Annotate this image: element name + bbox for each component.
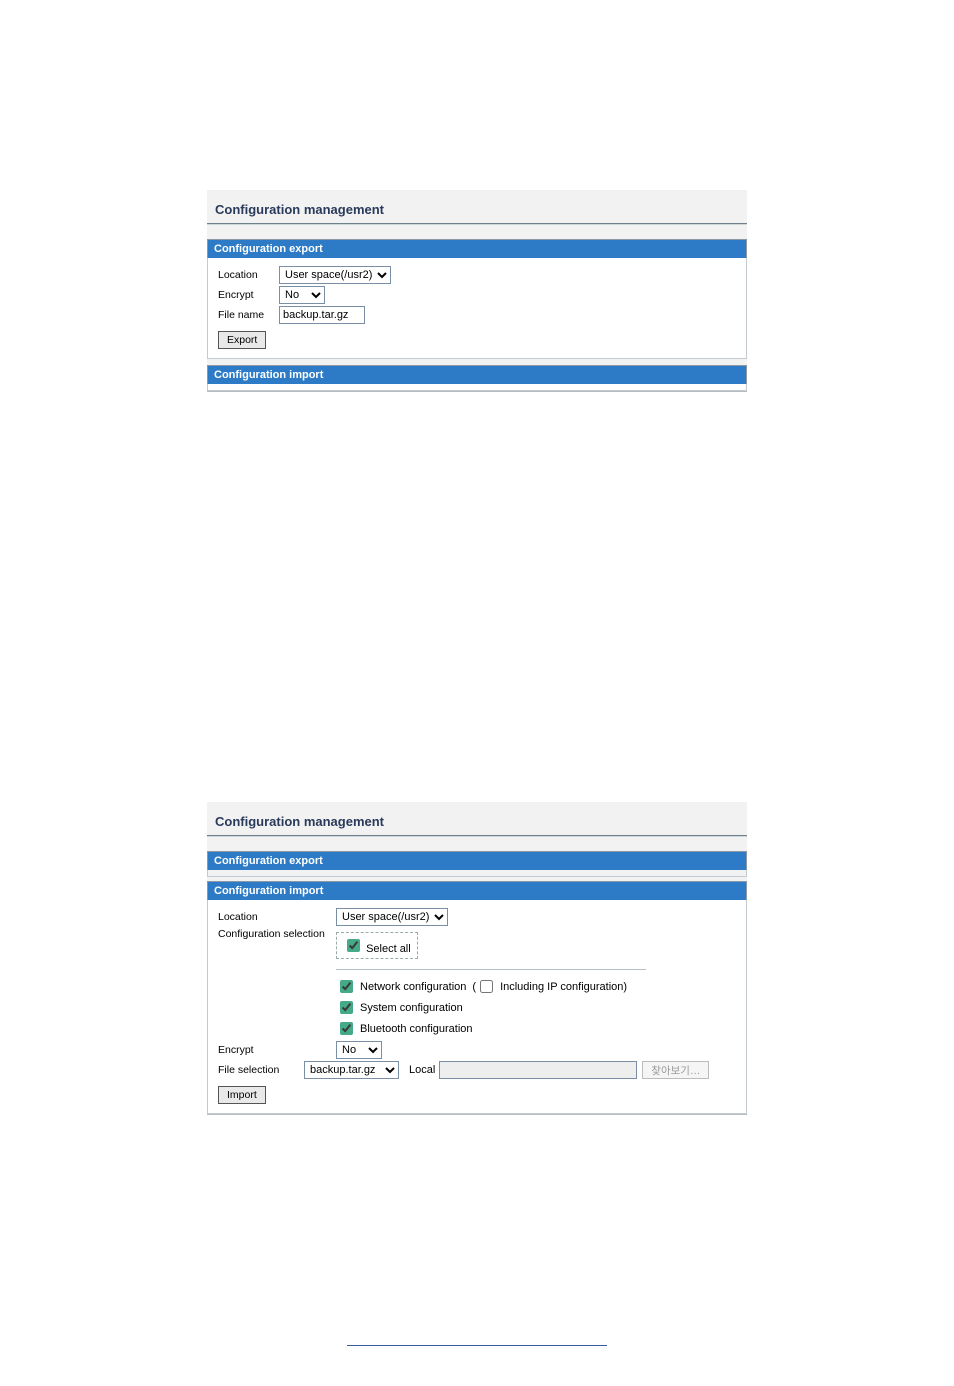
filename-label: File name: [218, 309, 279, 321]
local-file-input[interactable]: [439, 1061, 637, 1079]
section-header-import: Configuration import: [207, 881, 747, 900]
page-title: Configuration management: [207, 190, 747, 223]
bluetooth-config-checkbox[interactable]: [340, 1022, 353, 1035]
config-mgmt-panel-bottom: Configuration management Configuration e…: [207, 802, 747, 1115]
network-config-checkbox[interactable]: [340, 980, 353, 993]
system-config-label: System configuration: [356, 1002, 463, 1014]
encrypt-label: Encrypt: [218, 289, 279, 301]
file-selection-label: File selection: [218, 1064, 304, 1076]
system-config-checkbox[interactable]: [340, 1001, 353, 1014]
config-mgmt-panel-top: Configuration management Configuration e…: [207, 190, 747, 392]
page-title: Configuration management: [207, 802, 747, 835]
location-label: Location: [218, 911, 336, 923]
section-header-export: Configuration export: [207, 239, 747, 258]
encrypt-select[interactable]: No: [279, 286, 325, 304]
export-button[interactable]: Export: [218, 331, 266, 349]
config-selection-label: Configuration selection: [218, 928, 336, 940]
encrypt-select[interactable]: No: [336, 1041, 382, 1059]
section-header-export: Configuration export: [207, 851, 747, 870]
network-config-label: Network configuration: [356, 981, 466, 993]
including-ip-label: Including IP configuration: [496, 981, 623, 993]
section-header-import: Configuration import: [207, 365, 747, 384]
bluetooth-config-label: Bluetooth configuration: [356, 1023, 473, 1035]
local-label: Local: [409, 1064, 435, 1076]
encrypt-label: Encrypt: [218, 1044, 336, 1056]
select-all-checkbox[interactable]: [347, 939, 360, 952]
location-select[interactable]: User space(/usr2): [336, 908, 448, 926]
select-all-label: Select all: [366, 943, 411, 955]
location-select[interactable]: User space(/usr2): [279, 266, 391, 284]
including-ip-checkbox[interactable]: [480, 980, 493, 993]
footer-divider: [347, 1345, 607, 1346]
filename-input[interactable]: [279, 306, 365, 324]
import-button[interactable]: Import: [218, 1086, 266, 1104]
divider: [207, 835, 747, 837]
file-select[interactable]: backup.tar.gz: [304, 1061, 399, 1079]
location-label: Location: [218, 269, 279, 281]
divider: [336, 969, 646, 970]
divider: [207, 223, 747, 225]
divider: [207, 1114, 747, 1115]
browse-button[interactable]: 찾아보기…: [642, 1061, 709, 1079]
